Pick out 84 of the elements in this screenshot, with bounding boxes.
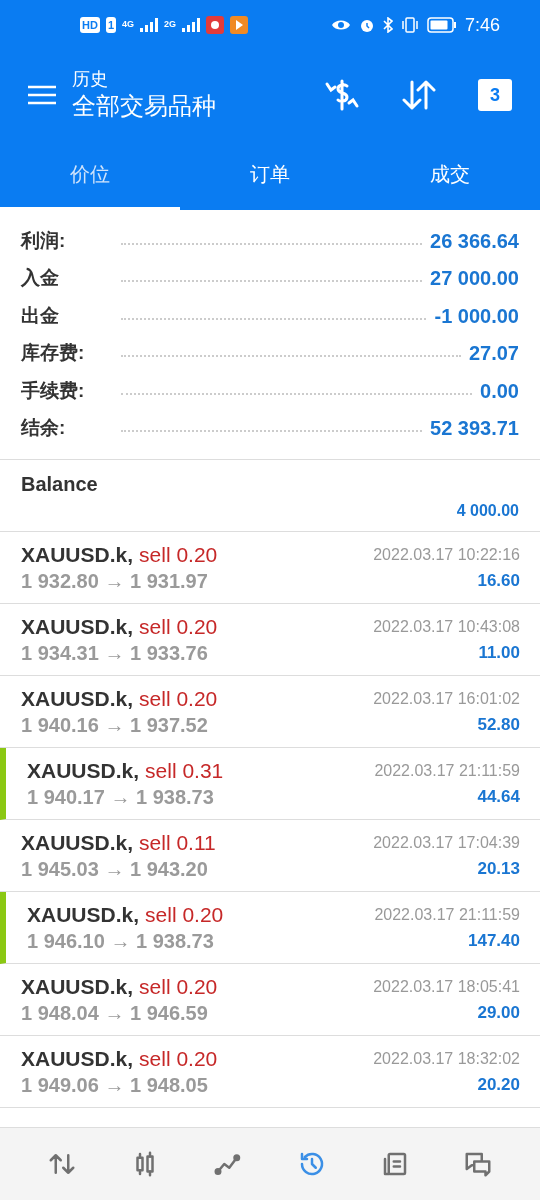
deal-time: 2022.03.17 18:32:02: [373, 1048, 520, 1069]
summary-value: 52 393.71: [430, 416, 519, 442]
deal-symbol: XAUUSD.k,: [21, 829, 134, 856]
deal-prices: 1 948.04 → 1 946.59: [21, 1000, 209, 1026]
summary-label: 出金: [21, 303, 60, 328]
deal-prices: 1 940.16 → 1 937.52: [21, 712, 209, 738]
deal-symbol: XAUUSD.k,: [27, 757, 140, 784]
currency-exchange-icon[interactable]: [324, 78, 360, 112]
deal-side: sell 0.31: [145, 757, 224, 784]
signal-icon: [140, 18, 159, 32]
deal-time: 2022.03.17 16:01:02: [373, 688, 520, 709]
deal-time: 2022.03.17 18:05:41: [373, 976, 520, 997]
deal-prices: 1 934.31 → 1 933.76: [21, 640, 209, 666]
balance-label: Balance: [21, 471, 99, 497]
sim-badge: 1: [105, 16, 116, 34]
deal-time: 2022.03.17 21:11:59: [374, 760, 520, 781]
deal-row[interactable]: XAUUSD.k, sell 0.20 1 940.16 → 1 937.52 2022.03.17 16:01:02 52.80: [0, 676, 540, 748]
signal-icon: [182, 18, 201, 32]
deal-prices: 1 932.80 → 1 931.97: [21, 568, 209, 594]
deal-profit: 52.80: [477, 713, 520, 736]
calendar-button[interactable]: 3: [478, 79, 512, 111]
eye-icon: [330, 18, 351, 32]
deal-row[interactable]: XAUUSD.k, sell 0.20 1 932.80 → 1 931.97 2022.03.17 10:22:16 16.60: [0, 532, 540, 604]
bluetooth-icon: [382, 17, 393, 33]
summary-label: 利润:: [21, 228, 67, 253]
balance-amount: 4 000.00: [456, 500, 519, 521]
deal-symbol: XAUUSD.k,: [21, 541, 134, 568]
deal-prices: 1 946.10 → 1 938.73: [27, 928, 215, 954]
summary-value: 0.00: [480, 378, 519, 404]
summary-value: 27 000.00: [430, 266, 519, 292]
deal-time: 2022.03.17 17:04:39: [373, 832, 520, 853]
deal-row[interactable]: XAUUSD.k, sell 0.20 1 934.31 → 1 933.76 2022.03.17 10:43:08 11.00: [0, 604, 540, 676]
deal-time: 2022.03.17 10:22:16: [373, 544, 520, 565]
deal-side: sell 0.20: [139, 1045, 218, 1072]
deal-side: sell 0.11: [139, 829, 216, 856]
deal-profit: 16.60: [477, 569, 520, 592]
summary-label: 入金: [21, 266, 60, 290]
deal-symbol: XAUUSD.k,: [21, 685, 134, 712]
deal-symbol: XAUUSD.k,: [27, 901, 140, 928]
network-label: 4G: [122, 18, 135, 32]
header-subtitle: 历史: [72, 68, 109, 90]
deal-row[interactable]: XAUUSD.k, sell 0.20 1 946.10 → 1 938.73 2022.03.17 21:11:59 147.40: [0, 892, 540, 964]
deal-profit: 44.64: [477, 785, 520, 808]
hd-badge: HD: [80, 16, 100, 34]
deal-profit: 20.13: [477, 857, 520, 880]
deal-prices: 1 940.17 → 1 938.73: [27, 784, 215, 810]
deal-side: sell 0.20: [145, 901, 224, 928]
network-label: 2G: [164, 18, 177, 32]
deal-row[interactable]: XAUUSD.k, sell 0.31 1 940.17 → 1 938.73 2022.03.17 21:11:59 44.64: [0, 748, 540, 820]
deal-symbol: XAUUSD.k,: [21, 613, 134, 640]
tab[interactable]: 订单: [180, 140, 360, 210]
summary-label: 库存费:: [21, 341, 86, 365]
menu-icon[interactable]: [28, 85, 56, 105]
deal-side: sell 0.20: [139, 973, 218, 1000]
header-title: 全部交易品种: [72, 91, 217, 121]
summary-value: -1 000.00: [434, 303, 519, 329]
summary-value: 26 366.64: [430, 228, 519, 254]
battery-icon: [426, 17, 457, 33]
deal-time: 2022.03.17 21:11:59: [374, 904, 520, 925]
app-icon: [206, 16, 225, 34]
deal-profit: 147.40: [468, 929, 520, 952]
deal-profit: 20.20: [477, 1073, 520, 1096]
deal-profit: 29.00: [477, 1001, 520, 1024]
summary-value: 27.07: [468, 341, 519, 367]
deal-time: 2022.03.17 10:43:08: [373, 616, 520, 637]
deal-symbol: XAUUSD.k,: [21, 1045, 134, 1072]
deal-row[interactable]: XAUUSD.k, sell 0.11 1 945.03 → 1 943.20 2022.03.17 17:04:39 20.13: [0, 820, 540, 892]
summary-label: 手续费:: [21, 378, 86, 403]
tab[interactable]: 成交: [360, 140, 540, 210]
play-app-icon: [230, 16, 249, 34]
alarm-icon: [358, 17, 375, 33]
deal-prices: 1 949.06 → 1 948.05: [21, 1072, 209, 1098]
deal-row[interactable]: XAUUSD.k, sell 0.20 1 948.04 → 1 946.59 2022.03.17 18:05:41 29.00: [0, 964, 540, 1036]
vibrate-icon: [400, 17, 419, 33]
deal-row[interactable]: XAUUSD.k, sell 0.20 1 949.06 → 1 948.05 2022.03.17 18:32:02 20.20: [0, 1036, 540, 1108]
deal-symbol: XAUUSD.k,: [21, 973, 134, 1000]
deal-side: sell 0.20: [139, 685, 218, 712]
deal-profit: 11.00: [478, 641, 520, 664]
sort-arrows-icon[interactable]: [402, 79, 436, 111]
status-time: 7:46: [464, 13, 500, 37]
summary-label: 结余:: [21, 416, 67, 440]
deal-prices: 1 945.03 → 1 943.20: [21, 856, 209, 882]
deal-side: sell 0.20: [139, 613, 218, 640]
deal-side: sell 0.20: [139, 541, 218, 568]
